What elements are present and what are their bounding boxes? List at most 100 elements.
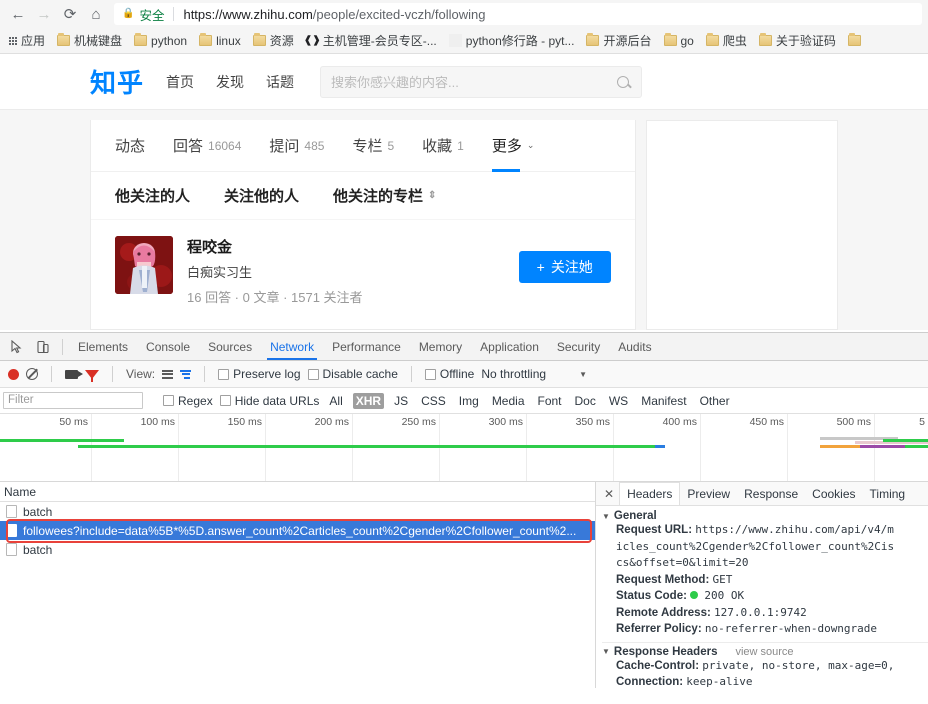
devtools-tab-elements[interactable]: Elements (69, 333, 137, 360)
forward-button[interactable]: → (32, 2, 56, 26)
filter-type-font[interactable]: Font (535, 393, 565, 409)
camera-icon[interactable] (65, 369, 83, 379)
filter-type-manifest[interactable]: Manifest (638, 393, 689, 409)
bookmark-overflow[interactable] (843, 33, 866, 48)
header-row-request-url: Request URL: https://www.zhihu.com/api/v… (602, 522, 928, 572)
devtools-tab-memory[interactable]: Memory (410, 333, 471, 360)
network-split: Name batch followees?include=data%5B*%5D… (0, 482, 928, 688)
devtools-tab-security[interactable]: Security (548, 333, 609, 360)
sort-icon[interactable]: ⇕ (428, 190, 436, 201)
details-tab-preview[interactable]: Preview (680, 482, 737, 505)
view-source-link[interactable]: view source (735, 646, 793, 658)
folder-icon (134, 33, 148, 46)
filter-type-other[interactable]: Other (697, 393, 733, 409)
inspect-element-icon[interactable] (4, 335, 30, 359)
list-view-icon[interactable] (162, 369, 174, 379)
details-tab-response[interactable]: Response (737, 482, 805, 505)
bookmark-open-source-backend[interactable]: 开源后台 (581, 30, 656, 51)
tab-answers[interactable]: 回答 16064 (173, 120, 241, 172)
checkbox-icon (218, 368, 230, 380)
person-name[interactable]: 程咬金 (187, 236, 363, 257)
bookmark-apps[interactable]: 应用 (4, 30, 50, 51)
hide-data-urls-checkbox[interactable]: Hide data URLs (219, 394, 319, 408)
chevron-down-icon[interactable]: ▼ (579, 370, 587, 379)
person-bio: 白痴实习生 (187, 265, 253, 280)
search-icon[interactable] (617, 75, 630, 88)
preserve-log-checkbox[interactable]: Preserve log (218, 367, 301, 381)
filter-input[interactable]: Filter (3, 392, 143, 409)
nav-item-explore[interactable]: 发现 (216, 72, 244, 92)
table-row[interactable]: batch (0, 540, 595, 559)
bookmark-python[interactable]: python (129, 32, 192, 50)
bookmark-mechanical-keyboard[interactable]: 机械键盘 (52, 30, 127, 51)
close-icon[interactable]: ✕ (599, 487, 619, 501)
checkbox-icon (307, 368, 319, 380)
subtab-following-columns[interactable]: 他关注的专栏 ⇕ (333, 185, 436, 206)
section-divider (602, 641, 928, 643)
filter-type-ws[interactable]: WS (606, 393, 631, 409)
filter-type-doc[interactable]: Doc (572, 393, 599, 409)
home-button[interactable]: ⌂ (84, 2, 108, 26)
filter-type-css[interactable]: CSS (418, 393, 449, 409)
response-headers-section-title[interactable]: ▼ Response Headers view source (602, 646, 928, 658)
details-tab-headers[interactable]: Headers (619, 482, 681, 505)
subtab-followers[interactable]: 关注他的人 (224, 185, 299, 206)
search-input[interactable]: 搜索你感兴趣的内容... (320, 65, 643, 98)
bookmark-resources[interactable]: 资源 (248, 30, 299, 51)
omnibar-row: ← → ⟳ ⌂ 🔒 安全 https://www.zhihu.com/peopl… (0, 0, 928, 28)
filter-type-xhr[interactable]: XHR (352, 392, 385, 409)
throttling-select[interactable]: No throttling (481, 367, 546, 381)
tab-questions[interactable]: 提问 485 (269, 120, 324, 172)
devtools-tab-console[interactable]: Console (137, 333, 199, 360)
avatar[interactable] (115, 236, 173, 294)
address-bar[interactable]: 🔒 安全 https://www.zhihu.com/people/excite… (114, 3, 922, 25)
filter-type-media[interactable]: Media (489, 393, 528, 409)
follow-button[interactable]: + 关注她 (518, 251, 611, 283)
browser-chrome: ← → ⟳ ⌂ 🔒 安全 https://www.zhihu.com/peopl… (0, 0, 928, 54)
device-toolbar-icon[interactable] (30, 335, 56, 359)
details-tab-timing[interactable]: Timing (863, 482, 913, 505)
bookmark-linux[interactable]: linux (194, 32, 246, 50)
header-key: Connection: (616, 676, 684, 688)
clear-icon[interactable] (26, 368, 38, 380)
bookmark-python-path[interactable]: python修行路 - pyt... (444, 30, 580, 51)
bookmark-label: 关于验证码 (775, 34, 836, 48)
tab-activity[interactable]: 动态 (115, 120, 145, 172)
zhihu-logo[interactable]: 知乎 (90, 63, 144, 100)
bookmark-crawler[interactable]: 爬虫 (701, 30, 752, 51)
record-icon[interactable] (8, 368, 19, 380)
devtools-tab-performance[interactable]: Performance (323, 333, 410, 360)
devtools-tab-sources[interactable]: Sources (199, 333, 261, 360)
tab-label: 更多 (491, 138, 522, 155)
table-row[interactable]: batch (0, 502, 595, 521)
devtools-tab-application[interactable]: Application (471, 333, 548, 360)
back-button[interactable]: ← (6, 2, 30, 26)
bookmark-host-management[interactable]: ❰❱ 主机管理-会员专区-... (301, 30, 442, 51)
tab-collections[interactable]: 收藏 1 (422, 120, 464, 172)
profile-card: 动态 回答 16064 提问 485 专栏 5 收藏 1 更多 ⌄ 他关注的人 … (90, 120, 636, 330)
filter-type-img[interactable]: Img (456, 393, 482, 409)
bookmark-captcha[interactable]: 关于验证码 (754, 30, 841, 51)
devtools-tab-audits[interactable]: Audits (609, 333, 660, 360)
offline-checkbox[interactable]: Offline (424, 367, 474, 381)
nav-item-home[interactable]: 首页 (166, 72, 194, 92)
subtab-following-people[interactable]: 他关注的人 (115, 185, 190, 206)
funnel-icon[interactable] (85, 369, 99, 382)
tab-more[interactable]: 更多 ⌄ (491, 120, 534, 172)
disable-cache-checkbox[interactable]: Disable cache (307, 367, 398, 381)
reload-button[interactable]: ⟳ (58, 2, 82, 26)
filter-type-all[interactable]: All (326, 393, 345, 409)
devtools-tab-network[interactable]: Network (261, 333, 323, 360)
nav-item-topics[interactable]: 话题 (266, 72, 294, 92)
network-overview-timeline[interactable]: 50 ms 100 ms 150 ms 200 ms 250 ms 300 ms… (0, 414, 928, 482)
details-tab-cookies[interactable]: Cookies (805, 482, 862, 505)
filter-type-js[interactable]: JS (391, 393, 411, 409)
bookmark-go[interactable]: go (659, 32, 699, 50)
regex-checkbox[interactable]: Regex (163, 394, 213, 408)
folder-icon (758, 33, 772, 46)
tab-columns[interactable]: 专栏 5 (352, 120, 394, 172)
table-row[interactable]: followees?include=data%5B*%5D.answer_cou… (0, 521, 595, 540)
waterfall-view-icon[interactable] (180, 369, 192, 379)
requests-column-header[interactable]: Name (0, 482, 595, 502)
general-section-title[interactable]: ▼ General (602, 510, 928, 522)
